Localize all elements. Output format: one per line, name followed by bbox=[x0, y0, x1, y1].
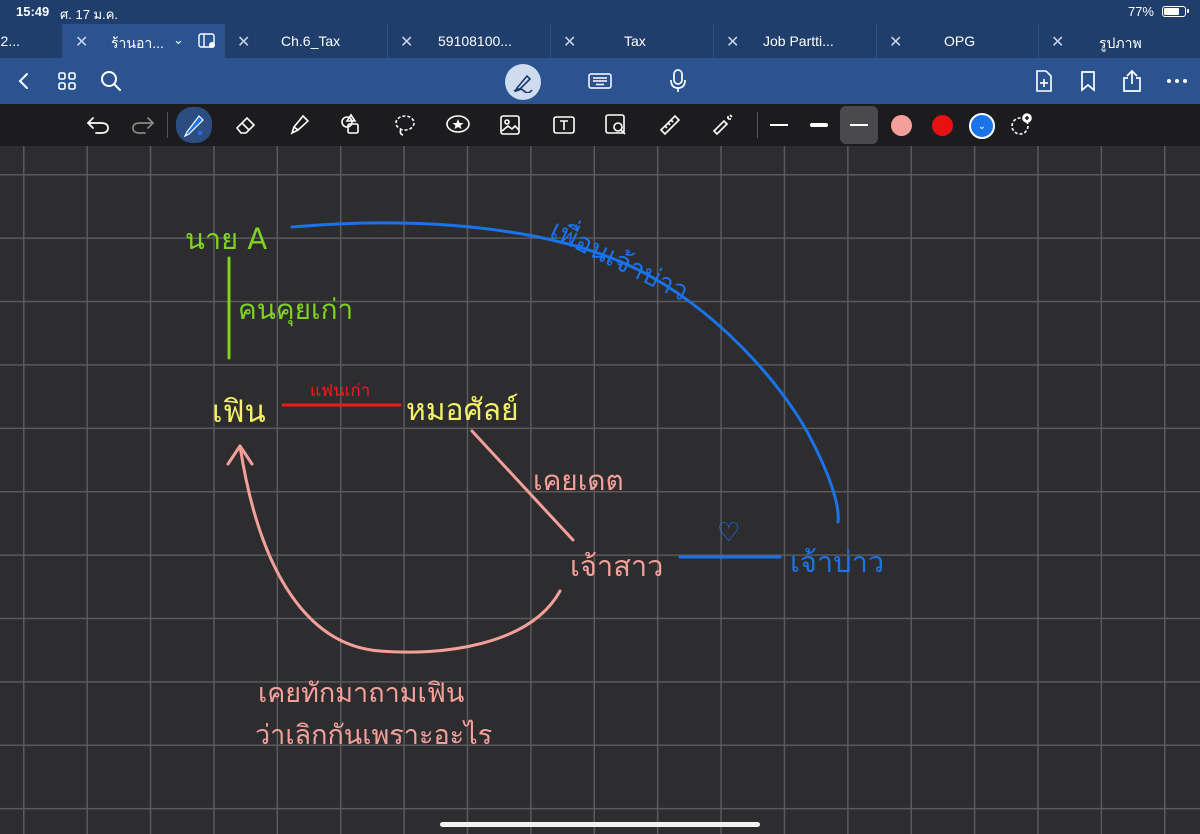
label-groom: เจ้าบ่าว bbox=[790, 545, 885, 579]
battery-fill bbox=[1164, 8, 1179, 15]
eraser-icon[interactable] bbox=[230, 109, 262, 141]
chevron-down-icon[interactable]: ⌄ bbox=[173, 32, 184, 48]
highlighter-icon[interactable] bbox=[283, 109, 315, 141]
close-icon[interactable]: ✕ bbox=[889, 32, 902, 52]
pen-mode-icon[interactable] bbox=[505, 64, 541, 100]
tab-4[interactable]: ✕ 59108100... bbox=[387, 24, 550, 58]
tab-label: Job Partti... bbox=[763, 33, 834, 49]
tab-2-active[interactable]: ✕ ร้านอา... ⌄ bbox=[62, 24, 224, 58]
tab-8[interactable]: ✕ รูปภาพ bbox=[1038, 24, 1200, 58]
new-page-icon[interactable] bbox=[1030, 67, 1058, 95]
add-color-icon[interactable] bbox=[1005, 109, 1037, 141]
nav-bar bbox=[0, 58, 1200, 104]
status-time: 15:49 bbox=[16, 4, 50, 19]
stroke-width-medium[interactable] bbox=[800, 106, 838, 144]
close-icon[interactable]: ✕ bbox=[563, 32, 576, 52]
tab-label: Ch.6_Tax bbox=[281, 33, 341, 49]
color-pink[interactable] bbox=[891, 115, 912, 136]
image-icon[interactable] bbox=[494, 109, 526, 141]
label-dr-sin: หมอศัลย์ bbox=[406, 393, 519, 428]
tab-label: 59108100... bbox=[438, 33, 512, 49]
search-icon[interactable] bbox=[97, 67, 125, 95]
share-icon[interactable] bbox=[1118, 67, 1146, 95]
label-ex-lover: แฟนเก่า bbox=[310, 381, 371, 401]
tab-label: Tax bbox=[624, 33, 646, 49]
stroke-width-thin[interactable] bbox=[760, 106, 798, 144]
tab-label: ร้านอา... bbox=[111, 35, 164, 51]
tab-label: r 2... bbox=[0, 33, 21, 49]
tab-6[interactable]: ✕ Job Partti... bbox=[713, 24, 876, 58]
label-fern: เฟิน bbox=[212, 394, 266, 430]
stroke-width-thick[interactable] bbox=[840, 106, 878, 144]
lasso-icon[interactable] bbox=[389, 109, 421, 141]
tab-5[interactable]: ✕ Tax bbox=[550, 24, 713, 58]
label-dated: เคยเดต bbox=[533, 464, 624, 497]
split-view-icon[interactable] bbox=[198, 33, 216, 52]
close-icon[interactable]: ✕ bbox=[726, 32, 739, 52]
redo-icon[interactable] bbox=[127, 109, 159, 141]
sticker-icon[interactable] bbox=[442, 109, 474, 141]
ruler-icon[interactable] bbox=[654, 109, 686, 141]
textbox-icon[interactable] bbox=[548, 109, 580, 141]
toolbar-divider bbox=[167, 112, 168, 138]
more-icon[interactable] bbox=[1163, 67, 1191, 95]
color-red[interactable] bbox=[932, 115, 953, 136]
toolbar-divider bbox=[757, 112, 758, 138]
status-bar: 15:49 ศ. 17 ม.ค. 77% bbox=[0, 0, 1200, 24]
heart-icon: ♡ bbox=[717, 518, 741, 548]
home-indicator[interactable] bbox=[440, 822, 760, 827]
color-blue-selected[interactable]: ⌄ bbox=[969, 113, 995, 139]
tab-3[interactable]: ✕ Ch.6_Tax bbox=[224, 24, 387, 58]
close-icon[interactable]: ✕ bbox=[75, 32, 88, 52]
pen-icon[interactable] bbox=[176, 107, 212, 143]
close-icon[interactable]: ✕ bbox=[400, 32, 413, 52]
grid-icon[interactable] bbox=[53, 67, 81, 95]
back-chevron-icon[interactable] bbox=[10, 67, 38, 95]
close-icon[interactable]: ✕ bbox=[1051, 32, 1064, 52]
label-bride: เจ้าสาว bbox=[570, 549, 664, 583]
label-mr-a: นาย A bbox=[185, 222, 268, 256]
note-canvas[interactable]: นาย A คนคุยเก่า เฟิน แฟนเก่า หมอศัลย์ เค… bbox=[0, 146, 1200, 834]
camera-image-icon[interactable] bbox=[600, 109, 632, 141]
label-note-line1: เคยทักมาถามเฟิน bbox=[258, 678, 465, 709]
label-ex-talk: คนคุยเก่า bbox=[238, 293, 354, 326]
battery-percent: 77% bbox=[1127, 4, 1154, 19]
battery-icon bbox=[1162, 6, 1189, 17]
undo-icon[interactable] bbox=[82, 109, 114, 141]
bookmark-icon[interactable] bbox=[1074, 67, 1102, 95]
tab-1[interactable]: r 2... bbox=[0, 24, 62, 58]
drawing-toolbar: ⌄ bbox=[0, 104, 1200, 146]
close-icon[interactable]: ✕ bbox=[237, 32, 250, 52]
keyboard-icon[interactable] bbox=[586, 67, 614, 95]
microphone-icon[interactable] bbox=[664, 67, 692, 95]
label-note-line2: ว่าเลิกกันเพราะอะไร bbox=[255, 720, 493, 751]
tab-label: รูปภาพ bbox=[1099, 35, 1142, 51]
tab-bar: r 2... ✕ ร้านอา... ⌄ ✕ Ch.6_Tax ✕ 591081… bbox=[0, 24, 1200, 58]
status-date: ศ. 17 ม.ค. bbox=[60, 7, 119, 22]
ink-arrow-pink bbox=[238, 444, 562, 654]
tab-7[interactable]: ✕ OPG bbox=[876, 24, 1038, 58]
shapes-icon[interactable] bbox=[335, 109, 367, 141]
tab-label: OPG bbox=[944, 33, 976, 49]
laser-pointer-icon[interactable] bbox=[706, 109, 738, 141]
chevron-down-icon: ⌄ bbox=[977, 120, 987, 132]
